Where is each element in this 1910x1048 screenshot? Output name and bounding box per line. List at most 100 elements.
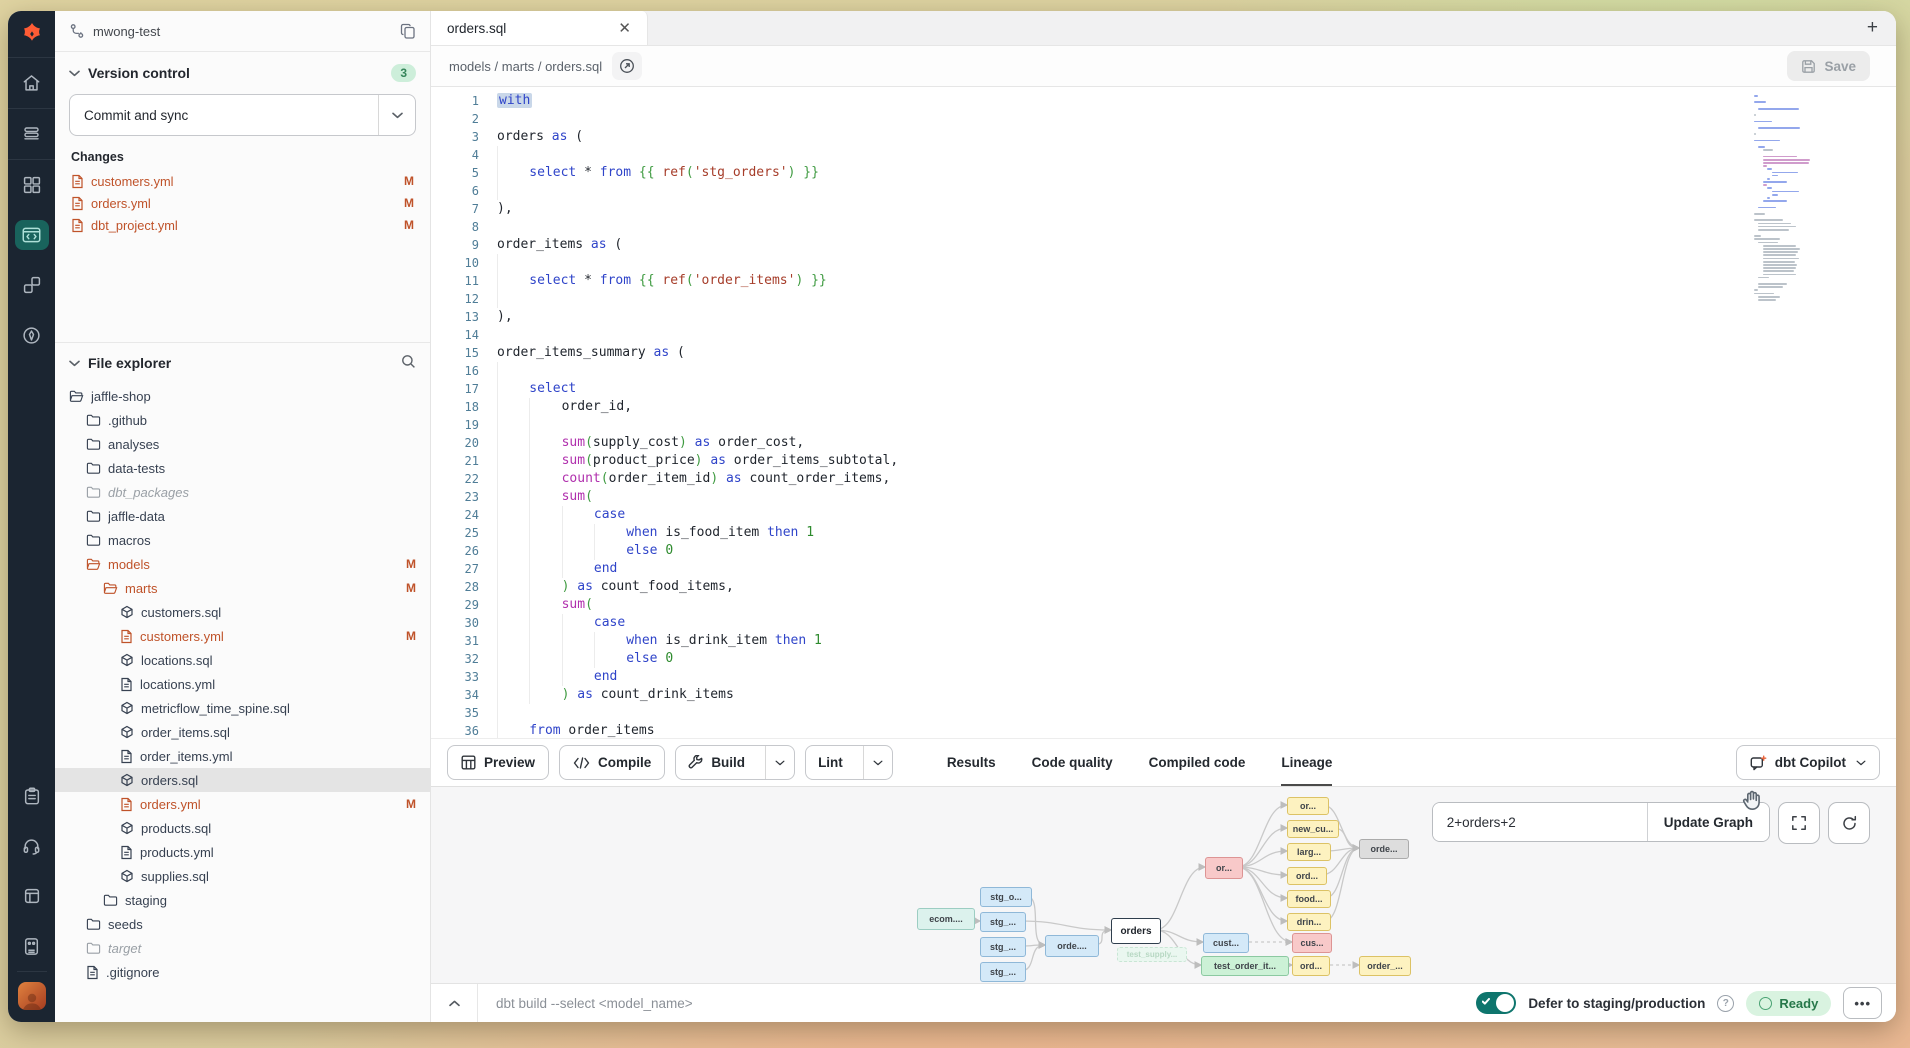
lineage-node-cuspink[interactable]: cus... (1292, 933, 1332, 953)
tree-item-products-yml[interactable]: products.yml (55, 840, 430, 864)
code-line[interactable]: 15order_items_summary as ( (431, 344, 1896, 362)
lineage-node-stg3[interactable]: stg_... (980, 937, 1026, 957)
update-graph-button[interactable]: Update Graph (1647, 803, 1769, 841)
code-line[interactable]: 10 (431, 254, 1896, 272)
code-line[interactable]: 32else 0 (431, 650, 1896, 668)
lineage-node-stg1[interactable]: stg_o... (980, 887, 1032, 907)
notes-icon[interactable] (8, 771, 55, 821)
code-line[interactable]: 35 (431, 704, 1896, 722)
lineage-node-y2[interactable]: new_cu... (1287, 820, 1339, 838)
code-line[interactable]: 28) as count_food_items, (431, 578, 1896, 596)
tab-results[interactable]: Results (947, 739, 996, 786)
help-icon[interactable]: ? (1717, 995, 1734, 1012)
lineage-node-cust[interactable]: cust... (1203, 933, 1249, 953)
code-editor-icon[interactable] (8, 210, 55, 260)
tree-item-orders-yml[interactable]: orders.ymlM (55, 792, 430, 816)
new-tab-button[interactable]: + (1849, 17, 1896, 39)
integrations-icon[interactable] (8, 260, 55, 310)
code-line[interactable]: 29sum( (431, 596, 1896, 614)
lineage-selector-input[interactable] (1433, 803, 1647, 841)
minimap[interactable] (1754, 95, 1816, 302)
code-line[interactable]: 22count(order_item_id) as count_order_it… (431, 470, 1896, 488)
lineage-node-y4[interactable]: ord... (1287, 867, 1327, 885)
code-line[interactable]: 13), (431, 308, 1896, 326)
home-icon[interactable] (8, 58, 55, 108)
code-line[interactable]: 11select * from {{ ref('order_items') }} (431, 272, 1896, 290)
search-icon[interactable] (401, 354, 416, 372)
save-button[interactable]: Save (1787, 51, 1870, 81)
dbt-logo[interactable] (8, 11, 55, 58)
tree-item-metricflow-time-spine-sql[interactable]: metricflow_time_spine.sql (55, 696, 430, 720)
support-headset-icon[interactable] (8, 821, 55, 871)
file-explorer-header[interactable]: File explorer (55, 343, 430, 378)
lineage-node-testord[interactable]: test_order_it... (1201, 956, 1289, 976)
tree-item-jaffle-shop[interactable]: jaffle-shop (55, 384, 430, 408)
fullscreen-icon[interactable] (1778, 802, 1820, 844)
tree-item-order-items-yml[interactable]: order_items.yml (55, 744, 430, 768)
tree-item-macros[interactable]: macros (55, 528, 430, 552)
code-line[interactable]: 18order_id, (431, 398, 1896, 416)
tree-item-staging[interactable]: staging (55, 888, 430, 912)
lineage-node-orpink[interactable]: or... (1205, 857, 1243, 879)
code-line[interactable]: 26else 0 (431, 542, 1896, 560)
code-line[interactable]: 27end (431, 560, 1896, 578)
lineage-node-stg4[interactable]: stg_... (980, 962, 1026, 982)
dbt-copilot-button[interactable]: dbt Copilot (1736, 745, 1880, 780)
tab-orders-sql[interactable]: orders.sql ✕ (431, 11, 648, 45)
code-line[interactable]: 23sum( (431, 488, 1896, 506)
lineage-node-ecom[interactable]: ecom.... (917, 908, 975, 930)
code-line[interactable]: 34) as count_drink_items (431, 686, 1896, 704)
tree-item-target[interactable]: target (55, 936, 430, 960)
shortcuts-icon[interactable] (8, 921, 55, 971)
tab-code-quality[interactable]: Code quality (1032, 739, 1113, 786)
tree-item-data-tests[interactable]: data-tests (55, 456, 430, 480)
environments-icon[interactable] (8, 109, 55, 159)
code-line[interactable]: 6 (431, 182, 1896, 200)
close-tab-icon[interactable]: ✕ (614, 19, 635, 38)
refresh-icon[interactable] (1828, 802, 1870, 844)
code-line[interactable]: 36from order_items (431, 722, 1896, 738)
tree-item-products-sql[interactable]: products.sql (55, 816, 430, 840)
code-editor[interactable]: 1with23orders as (45select * from {{ ref… (431, 87, 1896, 738)
lineage-panel[interactable]: ecom....stg_o... stg_... stg_... stg_... ord… (431, 786, 1896, 983)
tree-item-customers-sql[interactable]: customers.sql (55, 600, 430, 624)
user-avatar[interactable] (18, 982, 46, 1010)
view-in-lineage-icon[interactable] (612, 52, 642, 80)
version-control-header[interactable]: Version control 3 (55, 52, 430, 90)
code-line[interactable]: 25when is_food_item then 1 (431, 524, 1896, 542)
code-line[interactable]: 1with (431, 92, 1896, 110)
tree-item-dbt-packages[interactable]: dbt_packages (55, 480, 430, 504)
preview-button[interactable]: Preview (447, 745, 549, 780)
lint-button[interactable]: Lint (805, 745, 893, 780)
tree-item--gitignore[interactable]: .gitignore (55, 960, 430, 984)
command-input[interactable] (478, 996, 1476, 1011)
lineage-node-stg2[interactable]: stg_... (980, 912, 1026, 932)
changed-file-row[interactable]: dbt_project.ymlM (55, 214, 430, 236)
lineage-node-y6[interactable]: drin... (1287, 913, 1331, 931)
lint-options-caret[interactable] (863, 746, 892, 779)
lineage-node-y3[interactable]: larg... (1287, 843, 1331, 861)
changed-file-row[interactable]: orders.ymlM (55, 192, 430, 214)
code-line[interactable]: 24case (431, 506, 1896, 524)
build-options-caret[interactable] (765, 746, 794, 779)
code-line[interactable]: 5select * from {{ ref('stg_orders') }} (431, 164, 1896, 182)
code-line[interactable]: 7), (431, 200, 1896, 218)
code-line[interactable]: 12 (431, 290, 1896, 308)
code-line[interactable]: 8 (431, 218, 1896, 236)
tree-item-marts[interactable]: martsM (55, 576, 430, 600)
lineage-node-grey1[interactable]: orde... (1359, 839, 1409, 859)
tab-compiled-code[interactable]: Compiled code (1149, 739, 1246, 786)
code-line[interactable]: 21sum(product_price) as order_items_subt… (431, 452, 1896, 470)
build-button[interactable]: Build (675, 745, 795, 780)
code-line[interactable]: 17select (431, 380, 1896, 398)
tree-item-customers-yml[interactable]: customers.ymlM (55, 624, 430, 648)
code-line[interactable]: 31when is_drink_item then 1 (431, 632, 1896, 650)
tree-item-locations-sql[interactable]: locations.sql (55, 648, 430, 672)
lineage-node-orders[interactable]: orders (1111, 918, 1161, 944)
commit-options-caret[interactable] (378, 95, 415, 135)
code-line[interactable]: 2 (431, 110, 1896, 128)
more-options-button[interactable]: ••• (1843, 987, 1882, 1019)
code-line[interactable]: 30case (431, 614, 1896, 632)
tab-lineage[interactable]: Lineage (1281, 739, 1332, 786)
lineage-node-ghost[interactable]: test_supply... (1117, 947, 1187, 962)
